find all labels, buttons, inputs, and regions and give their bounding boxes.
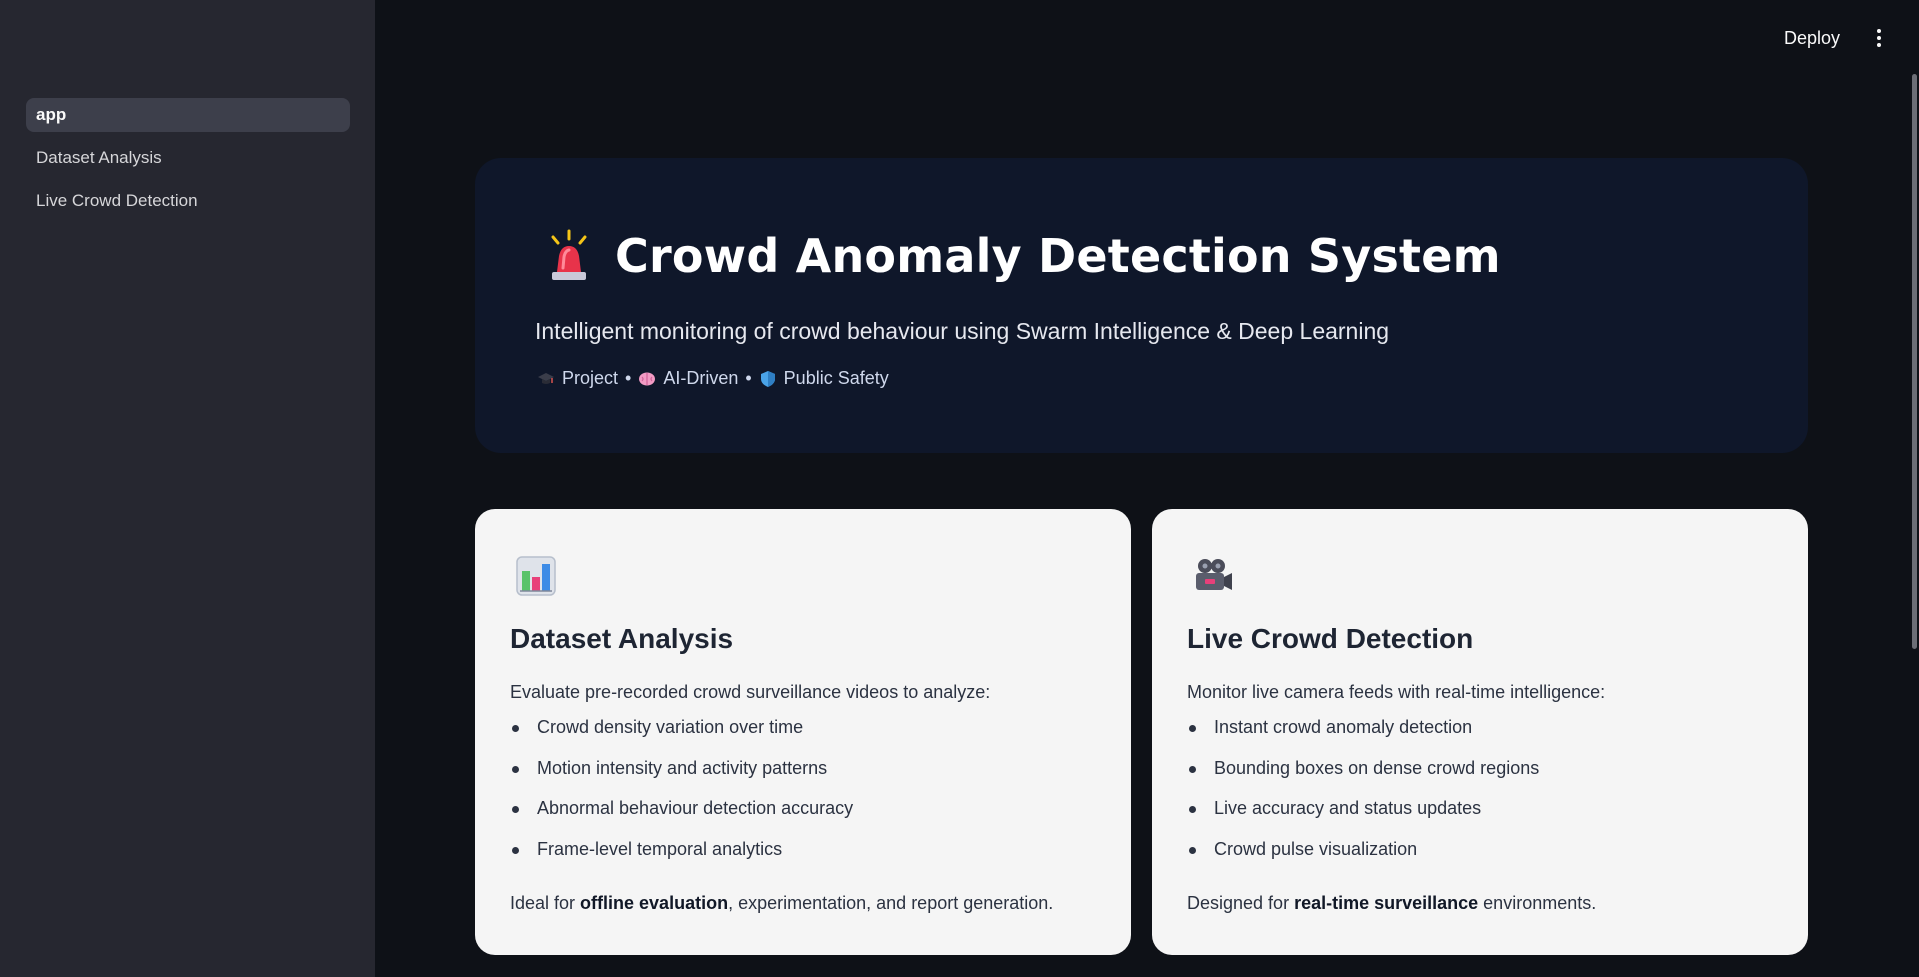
tag-ai-driven: AI-Driven	[638, 368, 738, 389]
page-scrollbar[interactable]	[1912, 74, 1917, 649]
top-header: Deploy	[375, 0, 1919, 70]
card-footer: Designed for real-time surveillance envi…	[1187, 893, 1596, 914]
footer-prefix: Ideal for	[510, 893, 581, 913]
deploy-button[interactable]: Deploy	[1778, 24, 1846, 53]
menu-dot	[1877, 43, 1881, 47]
card-title: Live Crowd Detection	[1187, 623, 1474, 654]
card-title: Dataset Analysis	[510, 623, 734, 654]
hero-title-row: Crowd Anomaly Detection System	[545, 228, 1501, 284]
sidebar-item-live-crowd-detection[interactable]: Live Crowd Detection	[26, 184, 350, 218]
list-item: Abnormal behaviour detection accuracy	[510, 798, 853, 839]
list-item: Bounding boxes on dense crowd regions	[1187, 758, 1539, 799]
card-feature-list: Crowd density variation over time Motion…	[510, 717, 853, 879]
card-footer: Ideal for offline evaluation, experiment…	[510, 893, 1053, 914]
list-item: Frame-level temporal analytics	[510, 839, 853, 880]
hero-tags: Project • AI-Driven • Public Safety	[537, 368, 889, 389]
tag-label: Public Safety	[783, 368, 889, 388]
card-dataset-analysis: Dataset Analysis Evaluate pre-recorded c…	[475, 509, 1131, 955]
footer-bold: real-time surveillance	[1294, 893, 1479, 913]
menu-dot	[1877, 36, 1881, 40]
hero-banner: Crowd Anomaly Detection System Intellige…	[475, 158, 1808, 453]
tag-public-safety: Public Safety	[759, 368, 889, 389]
sidebar-item-app[interactable]: app	[26, 98, 350, 132]
page-title: Crowd Anomaly Detection System	[615, 229, 1501, 283]
more-vertical-icon[interactable]	[1868, 24, 1890, 52]
tag-project: Project	[537, 368, 618, 389]
tag-label: Project	[562, 368, 619, 388]
hero-subtitle: Intelligent monitoring of crowd behaviou…	[535, 318, 1390, 344]
footer-prefix: Designed for	[1187, 893, 1295, 913]
footer-suffix: , experimentation, and report generation…	[728, 893, 1054, 913]
list-item: Instant crowd anomaly detection	[1187, 717, 1539, 758]
sidebar-nav: app Dataset Analysis Live Crowd Detectio…	[26, 98, 350, 227]
list-item: Live accuracy and status updates	[1187, 798, 1539, 839]
tag-label: AI-Driven	[663, 368, 739, 388]
siren-icon	[551, 229, 587, 280]
movie-camera-icon	[1196, 559, 1232, 590]
footer-suffix: environments.	[1478, 893, 1597, 913]
graduation-cap-icon	[538, 372, 554, 384]
tag-separator: •	[745, 368, 752, 388]
sidebar: app Dataset Analysis Live Crowd Detectio…	[0, 0, 375, 977]
app-root: app Dataset Analysis Live Crowd Detectio…	[0, 0, 1919, 977]
card-intro: Monitor live camera feeds with real-time…	[1187, 682, 1606, 702]
card-intro: Evaluate pre-recorded crowd surveillance…	[510, 682, 991, 702]
list-item: Crowd pulse visualization	[1187, 839, 1539, 880]
footer-bold: offline evaluation	[580, 893, 729, 913]
sidebar-item-dataset-analysis[interactable]: Dataset Analysis	[26, 141, 350, 175]
menu-dot	[1877, 29, 1881, 33]
card-live-crowd-detection: Live Crowd Detection Monitor live camera…	[1152, 509, 1808, 955]
bar-chart-icon	[516, 556, 556, 596]
shield-icon	[760, 370, 775, 387]
tag-separator: •	[625, 368, 632, 388]
list-item: Crowd density variation over time	[510, 717, 853, 758]
list-item: Motion intensity and activity patterns	[510, 758, 853, 799]
brain-icon	[639, 372, 656, 385]
card-feature-list: Instant crowd anomaly detection Bounding…	[1187, 717, 1539, 879]
